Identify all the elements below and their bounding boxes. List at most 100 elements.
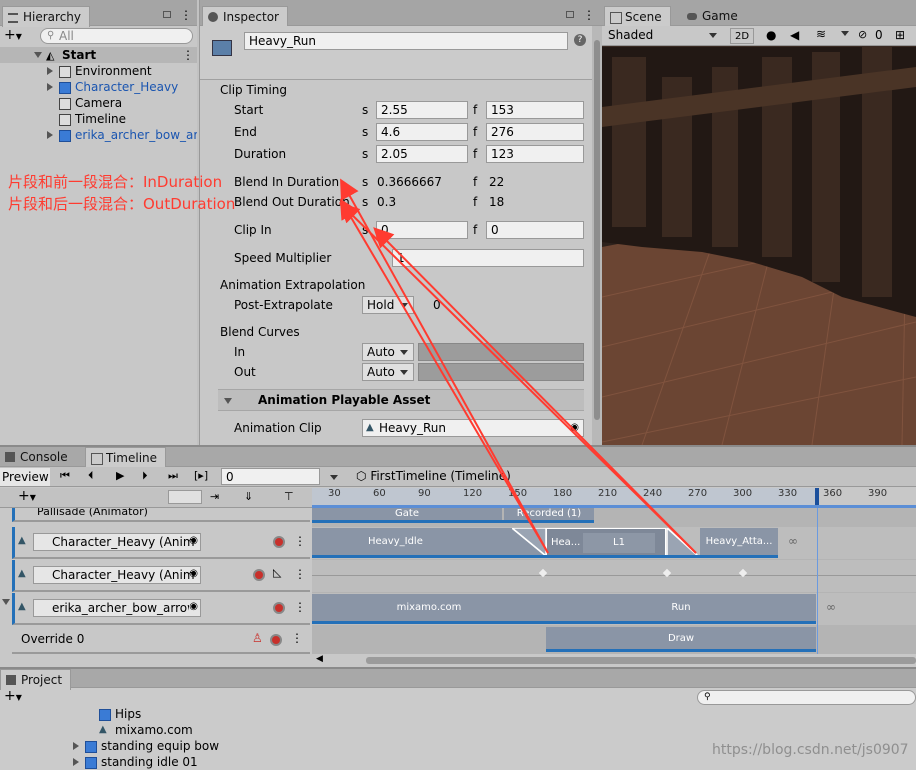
hierarchy-item-start[interactable]: ◭ Start ⋮ (0, 47, 197, 63)
hidden-objects-icon[interactable]: ⊘ (858, 28, 867, 41)
current-frame-field[interactable]: 0 (221, 468, 320, 485)
object-picker-icon[interactable]: ◉ (189, 535, 198, 546)
clip-in-seconds-field[interactable]: 0 (376, 221, 468, 239)
more-icon[interactable]: ⋮ (294, 534, 306, 548)
hierarchy-add-button[interactable]: +▼ (4, 27, 22, 43)
end-frames-field[interactable]: 276 (486, 123, 584, 141)
project-item-hips[interactable]: Hips (0, 706, 916, 722)
clip-area[interactable]: Gate Recorded (1) Heavy_Idle Hea... L1 H… (312, 508, 916, 654)
tab-console[interactable]: Console (0, 447, 76, 467)
speed-multiplier-field[interactable]: 1 (392, 249, 584, 267)
next-frame-icon[interactable]: ⏵ (142, 469, 148, 483)
scroll-left-icon[interactable]: ◀ (316, 654, 323, 664)
clip-in-frames-field[interactable]: 0 (486, 221, 584, 239)
expand-icon[interactable] (73, 758, 79, 766)
tab-hierarchy[interactable]: Hierarchy (2, 6, 91, 27)
inspector-scrollbar[interactable] (592, 26, 602, 445)
add-track-button[interactable]: +▼ (18, 488, 36, 504)
hierarchy-search-input[interactable]: ⚲ All (40, 28, 193, 44)
timeline-hscrollbar[interactable]: ◀ (312, 654, 916, 667)
clip-run[interactable]: Run (546, 594, 816, 622)
clip-heavy-run[interactable]: Hea... L1 (546, 528, 666, 556)
pin-icon[interactable]: ⊤ (284, 490, 294, 503)
lock-icon[interactable] (566, 11, 574, 18)
timeline-selector-dropdown-icon[interactable] (330, 475, 338, 480)
track-header-override[interactable]: Override 0 ♙ ⋮ (12, 626, 310, 654)
hierarchy-item-timeline[interactable]: Timeline (0, 111, 197, 127)
animation-clip-field[interactable]: ▲ Heavy_Run ◉ (362, 419, 584, 437)
previous-frame-icon[interactable]: ⏴ (88, 469, 94, 483)
edit-mode-button[interactable] (168, 490, 202, 504)
collapse-group-icon[interactable] (2, 599, 10, 605)
record-button[interactable] (273, 536, 285, 548)
ripple-mode-icon[interactable]: ⇥ (210, 490, 219, 503)
avatar-mask-icon[interactable]: ♙ (252, 631, 263, 645)
start-seconds-field[interactable]: 2.55 (376, 101, 468, 119)
track-header-erika[interactable]: ▲ erika_archer_bow_arrow ◉ ⋮ (12, 593, 310, 625)
track-header-character-heavy-2[interactable]: ▲ Character_Heavy (Anim ◉ ◺ ⋮ (12, 560, 310, 592)
tab-game[interactable]: Game (682, 6, 746, 26)
clip-heavy-attack[interactable]: Heavy_Atta... (700, 528, 778, 556)
audio-icon[interactable]: ◀ (790, 28, 799, 42)
curves-icon[interactable]: ◺ (273, 566, 281, 579)
more-icon[interactable]: ⋮ (180, 8, 192, 22)
tab-inspector[interactable]: Inspector (202, 6, 288, 27)
go-to-start-icon[interactable]: ⏮ (60, 469, 70, 483)
clip-heavy-idle[interactable]: Heavy_Idle (312, 528, 546, 556)
tab-scene[interactable]: Scene (604, 6, 671, 27)
hierarchy-item-environment[interactable]: Environment (0, 63, 197, 79)
more-icon[interactable]: ⋮ (583, 8, 595, 22)
project-add-button[interactable]: +▼ (4, 688, 22, 704)
time-ruler[interactable]: 30 60 90 120 150 180 210 240 270 300 330… (312, 488, 916, 508)
blend-out-curve-dropdown[interactable]: Auto (362, 363, 414, 381)
hierarchy-item-character-heavy[interactable]: Character_Heavy (0, 79, 197, 95)
shading-mode-dropdown[interactable]: Shaded (604, 27, 722, 44)
track-header-pallisade[interactable]: Pallisade (Animator) (12, 508, 310, 522)
preview-button[interactable]: Preview (0, 468, 50, 486)
markers-icon[interactable]: ⇓ (244, 490, 253, 503)
tab-project[interactable]: Project (0, 669, 72, 690)
more-icon[interactable]: ⋮ (291, 631, 303, 645)
clip-draw[interactable]: Draw (546, 627, 816, 651)
asset-section-header[interactable]: Animation Playable Asset (218, 389, 584, 411)
more-icon[interactable]: ⋮ (294, 600, 306, 614)
expand-icon[interactable] (47, 131, 53, 139)
effects-dropdown-icon[interactable] (841, 31, 849, 36)
blend-in-curve-dropdown[interactable]: Auto (362, 343, 414, 361)
tab-timeline[interactable]: Timeline (85, 447, 167, 468)
grid-toggle-icon[interactable]: ⊞ (895, 28, 905, 42)
expand-icon[interactable] (73, 742, 79, 750)
collapse-icon[interactable] (224, 398, 232, 404)
timeline-end-marker[interactable] (815, 488, 819, 505)
scene-viewport[interactable] (602, 47, 916, 445)
go-to-end-icon[interactable]: ⏭ (168, 469, 178, 483)
object-picker-icon[interactable]: ◉ (189, 601, 198, 612)
record-button[interactable] (273, 602, 285, 614)
play-icon[interactable]: ▶ (116, 469, 124, 482)
expand-icon[interactable] (47, 83, 53, 91)
record-button[interactable] (253, 569, 265, 581)
blend-out-curve-preview[interactable] (418, 363, 584, 381)
post-extrapolate-dropdown[interactable]: Hold (362, 296, 414, 314)
blend-in-curve-preview[interactable] (418, 343, 584, 361)
object-name-field[interactable]: Heavy_Run (244, 32, 568, 50)
play-range-icon[interactable]: [▸] (194, 469, 208, 482)
more-icon[interactable]: ⋮ (182, 47, 194, 63)
expand-icon[interactable] (47, 67, 53, 75)
lock-icon[interactable] (163, 11, 171, 18)
help-icon[interactable]: ? (574, 34, 586, 46)
object-picker-icon[interactable]: ◉ (570, 420, 579, 436)
project-item-mixamo[interactable]: ▲ mixamo.com (0, 722, 916, 738)
object-picker-icon[interactable]: ◉ (189, 568, 198, 579)
lighting-icon[interactable]: ● (766, 28, 776, 42)
duration-frames-field[interactable]: 123 (486, 145, 584, 163)
hierarchy-item-camera[interactable]: Camera (0, 95, 197, 111)
end-seconds-field[interactable]: 4.6 (376, 123, 468, 141)
2d-toggle-button[interactable]: 2D (730, 28, 754, 44)
project-search-input[interactable]: ⚲ (697, 690, 916, 705)
more-icon[interactable]: ⋮ (294, 567, 306, 581)
track-header-character-heavy-1[interactable]: ▲ Character_Heavy (Anim ◉ ⋮ (12, 527, 310, 559)
start-frames-field[interactable]: 153 (486, 101, 584, 119)
duration-seconds-field[interactable]: 2.05 (376, 145, 468, 163)
expand-icon[interactable] (34, 52, 42, 58)
